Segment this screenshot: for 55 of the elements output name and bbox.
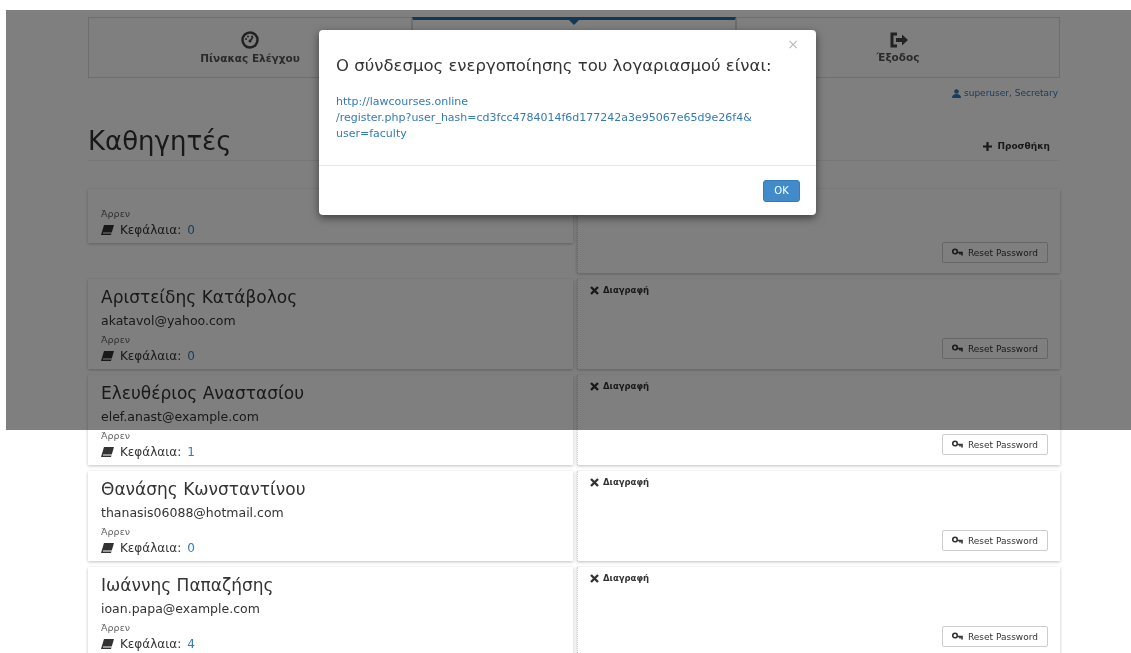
- delete-link[interactable]: Διαγραφή: [590, 573, 650, 583]
- user-icon: [952, 88, 961, 98]
- chapters-count-link[interactable]: 0: [187, 541, 195, 555]
- reset-password-button[interactable]: Reset Password: [941, 530, 1048, 551]
- professor-name: Ιωάννης Παπαζήσης: [101, 575, 275, 595]
- page-heading: Καθηγητές: [88, 126, 232, 156]
- reset-password-button[interactable]: Reset Password: [941, 338, 1048, 359]
- gauge-icon: [241, 31, 259, 49]
- close-icon: [590, 381, 599, 391]
- chapters-label: Κεφάλαια:: [120, 445, 182, 459]
- book-icon: [101, 447, 114, 457]
- add-button[interactable]: Προσθήκη: [973, 141, 1060, 156]
- book-icon: [101, 351, 114, 361]
- reset-password-button[interactable]: Reset Password: [941, 242, 1048, 263]
- chapters-count-link[interactable]: 0: [187, 349, 195, 363]
- chapters-count-link[interactable]: 4: [187, 637, 195, 651]
- chapters-label: Κεφάλαια:: [120, 223, 182, 237]
- delete-link[interactable]: Διαγραφή: [590, 381, 650, 391]
- key-icon: [951, 536, 963, 545]
- close-icon: [590, 477, 599, 487]
- professor-name: Αριστείδης Κατάβολος: [101, 287, 299, 307]
- chapters-label: Κεφάλαια:: [120, 541, 182, 555]
- book-icon: [101, 225, 114, 235]
- gender-label: Άρρεν: [101, 430, 132, 441]
- key-icon: [951, 344, 963, 353]
- gender-label: Άρρεν: [101, 622, 132, 633]
- professor-email: thanasis06088@hotmail.com: [101, 505, 285, 520]
- delete-link[interactable]: Διαγραφή: [590, 285, 650, 295]
- user-link[interactable]: superuser, Secretary: [964, 88, 1058, 98]
- chapters-label: Κεφάλαια:: [120, 637, 182, 651]
- key-icon: [951, 440, 963, 449]
- plus-icon: [983, 141, 993, 151]
- key-icon: [951, 248, 963, 257]
- chapters-count-link[interactable]: 0: [187, 223, 195, 237]
- exit-icon: [888, 32, 908, 48]
- chapters-count-link[interactable]: 1: [187, 445, 195, 459]
- close-icon: [590, 285, 599, 295]
- book-icon: [101, 543, 114, 553]
- close-icon: [590, 573, 599, 583]
- key-icon: [951, 632, 963, 641]
- professor-name: Ελευθέριος Αναστασίου: [101, 383, 306, 403]
- book-icon: [101, 639, 114, 649]
- delete-link[interactable]: Διαγραφή: [590, 477, 650, 487]
- professor-email: ioan.papa@example.com: [101, 601, 261, 616]
- professor-name: Θανάσης Κωνσταντίνου: [101, 479, 307, 499]
- gender-label: Άρρεν: [101, 334, 132, 345]
- gender-label: Άρρεν: [101, 526, 132, 537]
- reset-password-button[interactable]: Reset Password: [941, 626, 1048, 647]
- gender-label: Άρρεν: [101, 208, 132, 219]
- reset-password-button[interactable]: Reset Password: [941, 434, 1048, 455]
- professor-email: elef.anast@example.com: [101, 409, 260, 424]
- ok-button[interactable]: OK: [763, 179, 800, 202]
- professor-email: akatavol@yahoo.com: [101, 313, 237, 328]
- chapters-label: Κεφάλαια:: [120, 349, 182, 363]
- activation-link[interactable]: http://lawcourses.online /register.php?user_hash=cd3fcc4784014f6d177242a3e95067e65d9e26f4& user=faculty: [336, 94, 799, 142]
